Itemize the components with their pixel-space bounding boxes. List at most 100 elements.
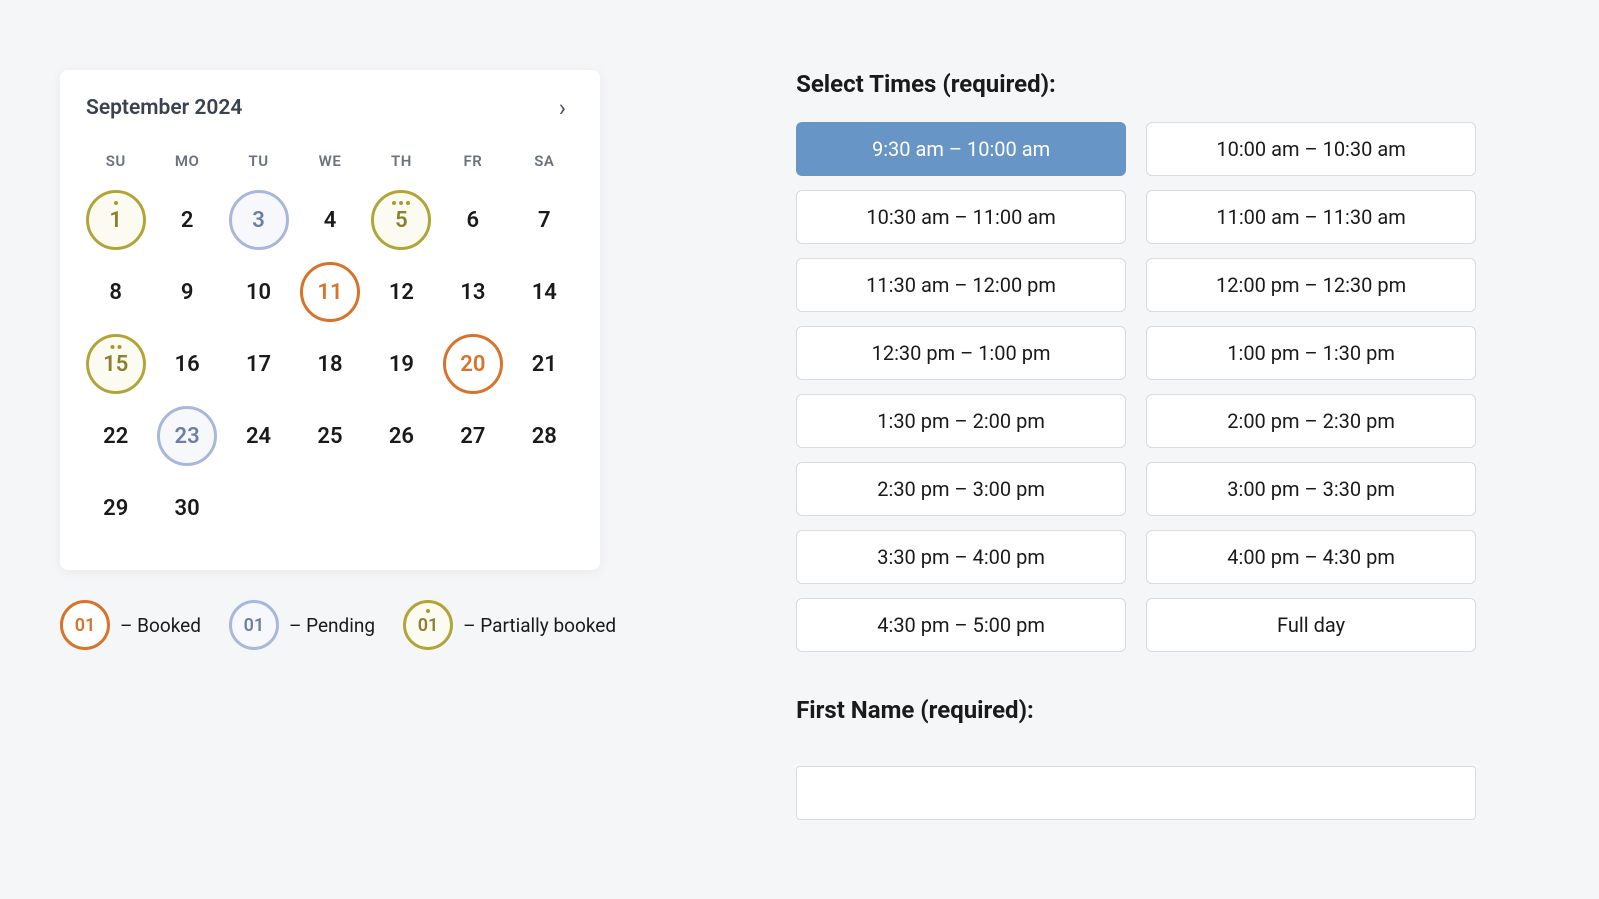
calendar-day[interactable]: 11 [300, 262, 360, 322]
calendar-day[interactable]: 18 [300, 334, 360, 394]
legend-booked-label: – Booked [120, 614, 201, 637]
calendar-day[interactable]: 24 [229, 406, 289, 466]
calendar-day-number: 3 [252, 208, 265, 233]
calendar-day-number: 20 [460, 352, 485, 377]
calendar-day[interactable]: 23 [157, 406, 217, 466]
calendar-day-number: 16 [175, 352, 200, 377]
calendar-day[interactable]: 17 [229, 334, 289, 394]
time-slot[interactable]: 12:00 pm – 12:30 pm [1146, 258, 1476, 312]
time-slot[interactable]: 3:30 pm – 4:00 pm [796, 530, 1126, 584]
calendar-day-number: 13 [460, 280, 485, 305]
calendar-day-number: 5 [395, 208, 408, 233]
calendar-day-number: 21 [532, 352, 557, 377]
calendar-day-number: 1 [109, 208, 122, 233]
calendar-day-number: 25 [317, 424, 342, 449]
calendar-day-number: 7 [538, 208, 551, 233]
calendar-day-number: 6 [467, 208, 480, 233]
time-slot[interactable]: 10:00 am – 10:30 am [1146, 122, 1476, 176]
time-slot[interactable]: 4:00 pm – 4:30 pm [1146, 530, 1476, 584]
calendar-title: September 2024 [86, 96, 242, 120]
calendar-day[interactable]: 19 [371, 334, 431, 394]
calendar-next-button[interactable]: › [551, 92, 574, 124]
time-slot[interactable]: 3:00 pm – 3:30 pm [1146, 462, 1476, 516]
time-slot[interactable]: 2:30 pm – 3:00 pm [796, 462, 1126, 516]
calendar-day[interactable]: 12 [371, 262, 431, 322]
legend-pending: 01 – Pending [229, 600, 375, 650]
legend: 01 – Booked 01 – Pending 01 – Partially … [60, 600, 616, 650]
calendar-day[interactable]: 14 [514, 262, 574, 322]
time-slot[interactable]: 2:00 pm – 2:30 pm [1146, 394, 1476, 448]
calendar-day-number: 27 [460, 424, 485, 449]
time-slot[interactable]: Full day [1146, 598, 1476, 652]
calendar-dow: WE [294, 142, 365, 184]
calendar-day[interactable]: 7 [514, 190, 574, 250]
calendar-day-number: 12 [389, 280, 414, 305]
calendar-day-number: 10 [246, 280, 271, 305]
calendar-day[interactable]: 4 [300, 190, 360, 250]
time-slot[interactable]: 4:30 pm – 5:00 pm [796, 598, 1126, 652]
legend-pending-label: – Pending [289, 614, 375, 637]
select-times-title: Select Times (required): [796, 70, 1476, 98]
calendar-day[interactable]: 16 [157, 334, 217, 394]
calendar-day[interactable]: 10 [229, 262, 289, 322]
time-slot[interactable]: 1:00 pm – 1:30 pm [1146, 326, 1476, 380]
calendar-day[interactable]: 21 [514, 334, 574, 394]
calendar-dow: FR [437, 142, 508, 184]
calendar-day[interactable]: 3 [229, 190, 289, 250]
legend-booked-num: 01 [75, 615, 96, 636]
calendar-day[interactable]: 22 [86, 406, 146, 466]
time-slot[interactable]: 10:30 am – 11:00 am [796, 190, 1126, 244]
calendar-day-number: 4 [324, 208, 337, 233]
calendar-day[interactable]: 9 [157, 262, 217, 322]
calendar-day[interactable]: 29 [86, 478, 146, 538]
calendar-day[interactable]: 13 [443, 262, 503, 322]
calendar-dow: TU [223, 142, 294, 184]
time-slot[interactable]: 1:30 pm – 2:00 pm [796, 394, 1126, 448]
legend-booked: 01 – Booked [60, 600, 201, 650]
partial-dots-icon [110, 345, 121, 349]
calendar-day-number: 8 [109, 280, 122, 305]
calendar: September 2024 › SUMOTUWETHFRSA 12345678… [60, 70, 600, 570]
first-name-input[interactable] [796, 766, 1476, 820]
calendar-day[interactable]: 5 [371, 190, 431, 250]
time-slot[interactable]: 9:30 am – 10:00 am [796, 122, 1126, 176]
time-slot[interactable]: 11:00 am – 11:30 am [1146, 190, 1476, 244]
calendar-day-number: 15 [103, 352, 128, 377]
calendar-day-number: 28 [532, 424, 557, 449]
calendar-day-number: 11 [317, 280, 342, 305]
calendar-day[interactable]: 26 [371, 406, 431, 466]
partial-dots-icon [114, 201, 118, 205]
time-slot[interactable]: 11:30 am – 12:00 pm [796, 258, 1126, 312]
time-slot[interactable]: 12:30 pm – 1:00 pm [796, 326, 1126, 380]
calendar-day-number: 30 [175, 496, 200, 521]
calendar-day[interactable]: 6 [443, 190, 503, 250]
calendar-day-number: 9 [181, 280, 194, 305]
legend-partial-label: – Partially booked [463, 614, 616, 637]
calendar-day[interactable]: 28 [514, 406, 574, 466]
calendar-day[interactable]: 8 [86, 262, 146, 322]
calendar-day-number: 18 [317, 352, 342, 377]
calendar-day-number: 2 [181, 208, 194, 233]
partial-dots-icon [392, 201, 410, 205]
calendar-day[interactable]: 27 [443, 406, 503, 466]
calendar-dow: SU [80, 142, 151, 184]
calendar-day[interactable]: 15 [86, 334, 146, 394]
calendar-day[interactable]: 2 [157, 190, 217, 250]
legend-partial-num: 01 [418, 615, 439, 636]
legend-partial: 01 – Partially booked [403, 600, 616, 650]
calendar-day-number: 17 [246, 352, 271, 377]
calendar-day[interactable]: 25 [300, 406, 360, 466]
calendar-day-number: 14 [532, 280, 557, 305]
legend-booked-circle: 01 [60, 600, 110, 650]
calendar-day-number: 29 [103, 496, 128, 521]
calendar-day-number: 24 [246, 424, 271, 449]
calendar-day-number: 23 [175, 424, 200, 449]
calendar-dow: SA [509, 142, 580, 184]
legend-pending-circle: 01 [229, 600, 279, 650]
legend-partial-dots-icon [426, 609, 430, 613]
calendar-day[interactable]: 20 [443, 334, 503, 394]
calendar-day[interactable]: 30 [157, 478, 217, 538]
calendar-day[interactable]: 1 [86, 190, 146, 250]
legend-partial-circle: 01 [403, 600, 453, 650]
first-name-title: First Name (required): [796, 696, 1476, 724]
